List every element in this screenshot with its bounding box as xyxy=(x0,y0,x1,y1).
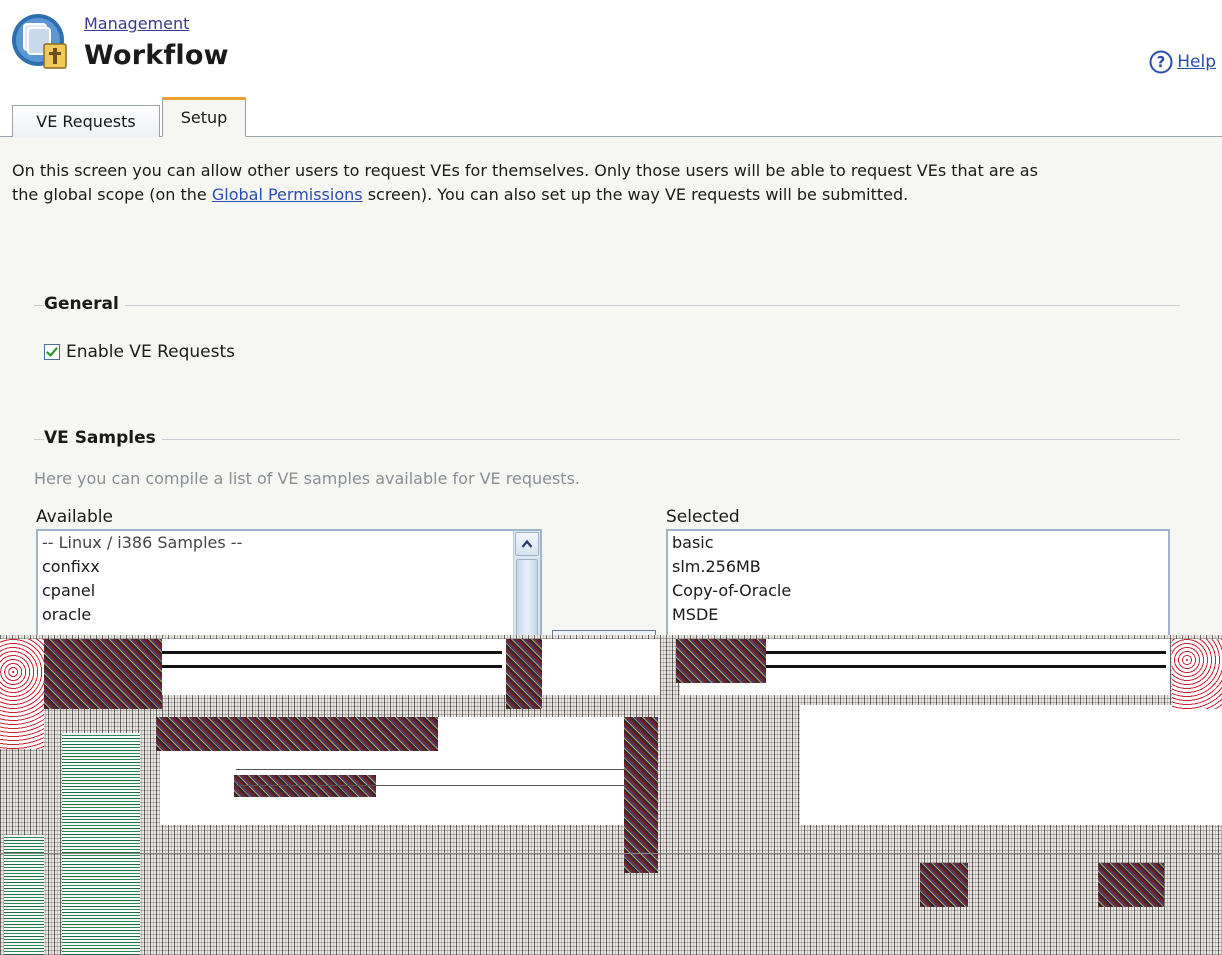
setup-panel: On this screen you can allow other users… xyxy=(0,137,1222,955)
corrupted-image-region xyxy=(0,635,1222,955)
tab-bar: VE Requests Setup xyxy=(0,92,1222,137)
glitch-line xyxy=(0,853,1222,854)
svg-text:?: ? xyxy=(1157,53,1166,71)
list-item[interactable]: oracle xyxy=(38,603,540,627)
intro-text: On this screen you can allow other users… xyxy=(12,159,1222,207)
glitch-line xyxy=(236,785,626,786)
glitch-block xyxy=(156,717,438,751)
enable-ve-requests-label: Enable VE Requests xyxy=(66,342,235,362)
page-title: Workflow xyxy=(84,40,229,71)
help-circle-icon: ? xyxy=(1149,50,1173,74)
intro-line-2-prefix: the global scope (on the xyxy=(12,185,212,204)
samples-section-title: VE Samples xyxy=(44,428,162,448)
list-item[interactable]: cpanel xyxy=(38,579,540,603)
glitch-line xyxy=(766,651,1166,654)
samples-hint: Here you can compile a list of VE sample… xyxy=(34,469,580,488)
list-item[interactable]: slm.256MB xyxy=(668,555,1168,579)
selected-samples-list[interactable]: basic slm.256MB Copy-of-Oracle MSDE xyxy=(666,529,1170,639)
glitch-line xyxy=(162,651,502,654)
workflow-app-icon xyxy=(12,14,67,69)
glitch-block xyxy=(506,639,542,709)
scroll-up-button[interactable] xyxy=(515,532,539,556)
glitch-fill xyxy=(800,705,1222,825)
list-item[interactable]: Copy-of-Oracle xyxy=(668,579,1168,603)
selected-label: Selected xyxy=(666,507,740,527)
list-item[interactable]: -- Linux / i386 Samples -- xyxy=(38,531,540,555)
chevron-up-icon xyxy=(521,539,533,548)
breadcrumb-link[interactable]: Management xyxy=(84,14,189,33)
glitch-line xyxy=(162,665,502,668)
glitch-noise xyxy=(0,639,44,749)
checkbox-box[interactable] xyxy=(44,344,60,360)
general-divider xyxy=(34,305,1180,306)
intro-line-2-suffix: screen). You can also set up the way VE … xyxy=(362,185,909,204)
general-section-title: General xyxy=(44,294,125,314)
glitch-block xyxy=(920,863,968,907)
glitch-line xyxy=(766,665,1166,668)
enable-ve-requests-checkbox[interactable]: Enable VE Requests xyxy=(44,342,235,362)
checkmark-icon xyxy=(46,347,58,357)
help-label: Help xyxy=(1177,52,1216,72)
help-link[interactable]: ? Help xyxy=(1149,50,1216,74)
glitch-block xyxy=(624,717,658,873)
glitch-block xyxy=(676,639,766,683)
glitch-noise xyxy=(1172,639,1222,709)
glitch-green-strip xyxy=(62,733,140,955)
available-label: Available xyxy=(36,507,113,527)
glitch-block xyxy=(234,775,376,797)
list-item[interactable]: confixx xyxy=(38,555,540,579)
glitch-block xyxy=(44,639,162,709)
glitch-line xyxy=(236,769,626,770)
available-samples-list[interactable]: -- Linux / i386 Samples -- confixx cpane… xyxy=(36,529,542,639)
list-item[interactable]: MSDE xyxy=(668,603,1168,627)
global-permissions-link[interactable]: Global Permissions xyxy=(212,185,363,204)
available-scrollbar[interactable] xyxy=(513,531,540,637)
scroll-thumb[interactable] xyxy=(516,559,538,637)
list-item[interactable]: basic xyxy=(668,531,1168,555)
header: Management Workflow ? Help xyxy=(0,0,1222,92)
tab-setup[interactable]: Setup xyxy=(162,97,246,137)
samples-divider xyxy=(34,439,1180,440)
tab-ve-requests[interactable]: VE Requests xyxy=(12,105,160,137)
intro-line-1: On this screen you can allow other users… xyxy=(12,161,1038,180)
glitch-block xyxy=(1098,863,1164,907)
